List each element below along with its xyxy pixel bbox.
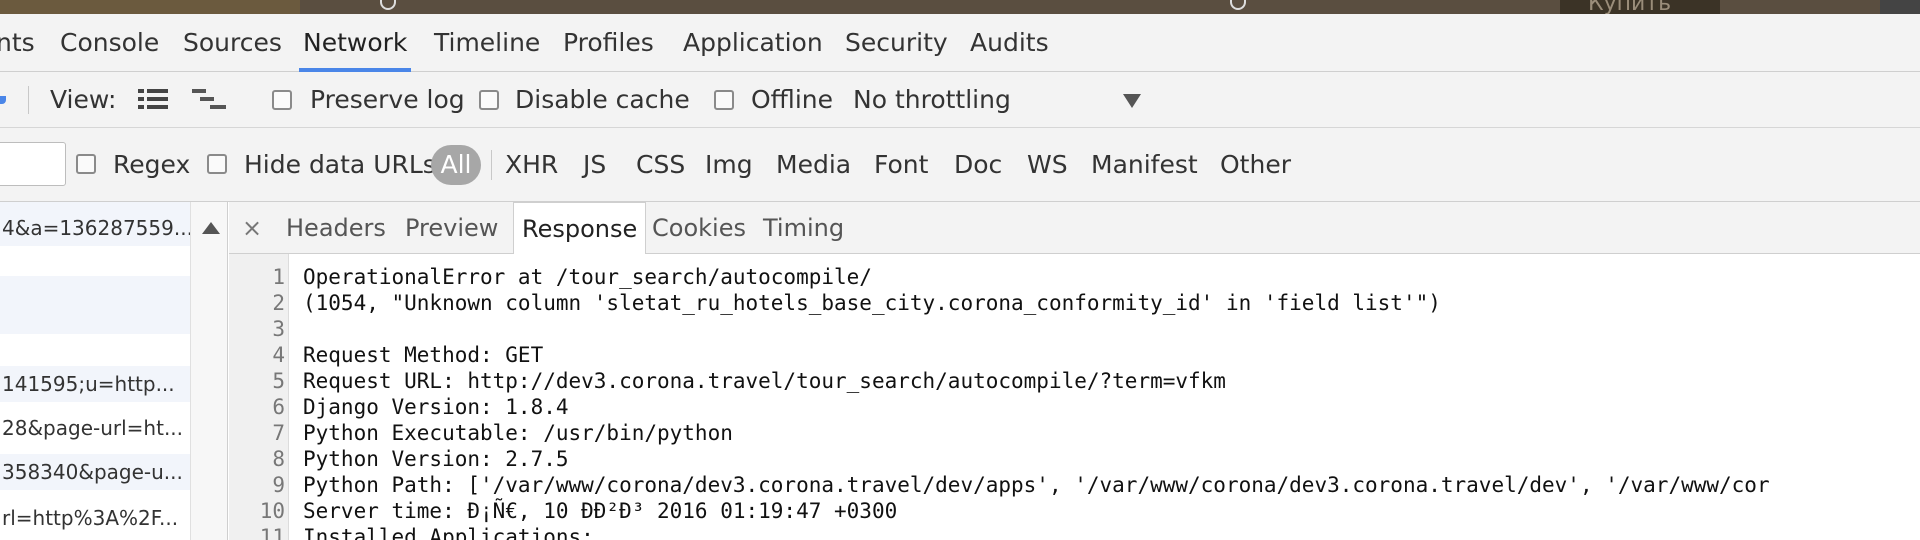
line-number: 5 xyxy=(272,369,285,393)
preserve-log-label: Preserve log xyxy=(310,85,465,114)
preserve-log-checkbox[interactable] xyxy=(272,90,292,110)
filter-divider xyxy=(491,150,492,180)
disable-cache-checkbox[interactable] xyxy=(479,90,499,110)
filter-type-media[interactable]: Media xyxy=(776,128,851,202)
code-line: OperationalError at /tour_search/autocom… xyxy=(303,265,872,289)
filter-icon[interactable] xyxy=(0,96,6,104)
filter-type-js[interactable]: JS xyxy=(583,128,606,202)
throttling-select[interactable]: No throttling xyxy=(850,72,1150,128)
tab-application[interactable]: Application xyxy=(683,14,823,72)
line-number: 3 xyxy=(272,317,285,341)
buy-button[interactable]: Купить xyxy=(1560,0,1720,14)
list-item[interactable]: 141595;u=http... xyxy=(0,366,190,402)
code-line: (1054, "Unknown column 'sletat_ru_hotels… xyxy=(303,291,1441,315)
tab-profiles[interactable]: Profiles xyxy=(563,14,654,72)
request-list: …1&a=136287559… 4&a=136287559... 141595;… xyxy=(0,202,228,540)
page-strip-icon xyxy=(380,0,396,10)
filter-type-other[interactable]: Other xyxy=(1220,128,1291,202)
regex-checkbox[interactable] xyxy=(76,154,96,174)
line-number: 1 xyxy=(272,265,285,289)
detail-tabbar: × Headers Preview Response Cookies Timin… xyxy=(229,202,1920,255)
line-number: 4 xyxy=(272,343,285,367)
page-strip-icon xyxy=(1230,0,1246,10)
toolbar-divider xyxy=(28,86,29,114)
line-number: 2 xyxy=(272,291,285,315)
request-list-scrollbar[interactable] xyxy=(190,202,227,540)
line-number: 10 xyxy=(259,499,285,523)
filter-input[interactable] xyxy=(0,142,66,186)
line-number: 9 xyxy=(272,473,285,497)
tab-cookies[interactable]: Cookies xyxy=(652,202,746,254)
line-number: 11 xyxy=(259,525,285,540)
filter-type-ws[interactable]: WS xyxy=(1027,128,1068,202)
tab-elements[interactable]: nts xyxy=(0,14,35,72)
scroll-up-icon[interactable] xyxy=(202,222,220,234)
code-line: Django Version: 1.8.4 xyxy=(303,395,569,419)
list-item[interactable]: 28&page-url=ht... xyxy=(0,410,190,446)
code-line: Installed Applications: xyxy=(303,525,594,540)
hide-data-urls-checkbox[interactable] xyxy=(207,154,227,174)
large-rows-icon[interactable] xyxy=(138,88,168,110)
tab-timing[interactable]: Timing xyxy=(763,202,844,254)
code-line: Request Method: GET xyxy=(303,343,544,367)
network-toolbar: View: Preserve log Disable cache Offline… xyxy=(0,72,1920,128)
list-item[interactable]: 358340&page-u... xyxy=(0,454,190,490)
tab-console[interactable]: Console xyxy=(60,14,159,72)
view-label: View: xyxy=(50,85,117,114)
filter-type-font[interactable]: Font xyxy=(874,128,928,202)
devtools-tabbar: nts Console Sources Network Timeline Pro… xyxy=(0,14,1920,72)
tab-sources[interactable]: Sources xyxy=(183,14,282,72)
filter-type-manifest[interactable]: Manifest xyxy=(1091,128,1198,202)
regex-label: Regex xyxy=(113,150,191,179)
tab-response[interactable]: Response xyxy=(513,202,647,255)
filter-type-img[interactable]: Img xyxy=(705,128,753,202)
tab-timeline[interactable]: Timeline xyxy=(434,14,540,72)
page-strip-segment xyxy=(0,0,300,14)
hide-data-urls-label: Hide data URLs xyxy=(244,150,436,179)
line-number: 7 xyxy=(272,421,285,445)
filter-type-css[interactable]: CSS xyxy=(636,128,685,202)
list-item[interactable]: rl=http%3A%2F... xyxy=(0,500,190,536)
tab-audits[interactable]: Audits xyxy=(970,14,1049,72)
waterfall-icon[interactable] xyxy=(192,88,228,112)
filter-type-doc[interactable]: Doc xyxy=(954,128,1002,202)
code-line: Server time: Đ¡Ñ€, 10 ĐĐ²Đ³ 2016 01:19:4… xyxy=(303,499,898,523)
page-strip: Купить xyxy=(0,0,1920,14)
tab-headers[interactable]: Headers xyxy=(286,202,386,254)
throttling-value: No throttling xyxy=(853,85,1011,114)
line-number: 6 xyxy=(272,395,285,419)
response-viewer[interactable]: 1 OperationalError at /tour_search/autoc… xyxy=(229,254,1920,540)
list-item[interactable] xyxy=(0,298,190,334)
tab-preview[interactable]: Preview xyxy=(405,202,498,254)
offline-label: Offline xyxy=(751,85,834,114)
page-strip-edge xyxy=(1880,0,1920,14)
filter-type-all[interactable]: All xyxy=(431,145,481,185)
code-line: Python Executable: /usr/bin/python xyxy=(303,421,733,445)
filter-bar: Regex Hide data URLs All XHR JS CSS Img … xyxy=(0,128,1920,202)
list-item[interactable] xyxy=(0,254,190,290)
line-number: 8 xyxy=(272,447,285,471)
filter-type-xhr[interactable]: XHR xyxy=(505,128,558,202)
code-line: Request URL: http://dev3.corona.travel/t… xyxy=(303,369,1226,393)
offline-checkbox[interactable] xyxy=(714,90,734,110)
tab-network[interactable]: Network xyxy=(298,14,412,72)
chevron-down-icon xyxy=(1123,94,1141,108)
list-item[interactable]: 4&a=136287559... xyxy=(0,210,190,246)
tab-security[interactable]: Security xyxy=(845,14,948,72)
disable-cache-label: Disable cache xyxy=(515,85,690,114)
close-icon[interactable]: × xyxy=(242,202,262,254)
code-line: Python Path: ['/var/www/corona/dev3.coro… xyxy=(303,473,1770,497)
code-line: Python Version: 2.7.5 xyxy=(303,447,569,471)
